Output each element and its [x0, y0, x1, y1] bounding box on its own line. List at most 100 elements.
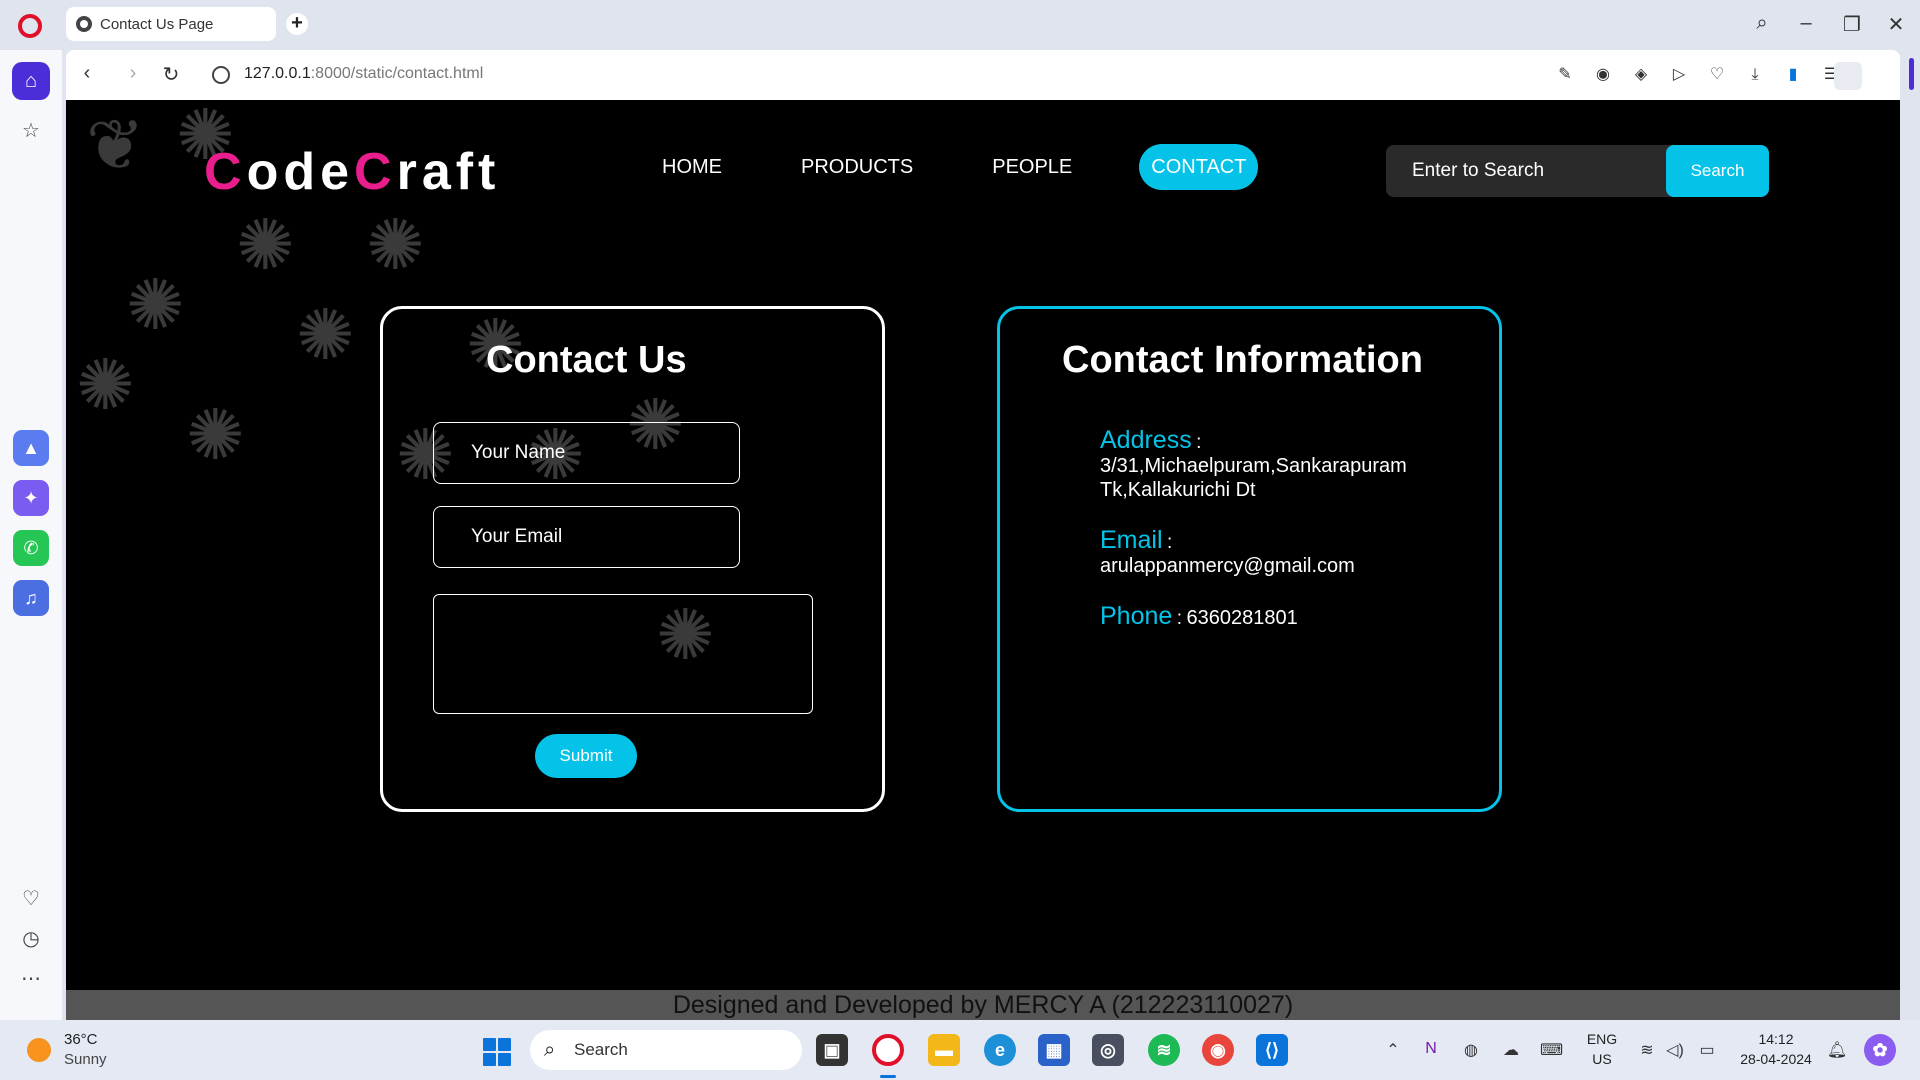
- notification-bell-icon[interactable]: 🔔︎: [1826, 1040, 1848, 1060]
- forward-icon[interactable]: ›: [120, 62, 146, 85]
- globe-icon: [76, 16, 92, 32]
- reload-icon[interactable]: ↻: [158, 62, 184, 87]
- more-icon[interactable]: ⋯: [18, 966, 44, 992]
- site-info-icon[interactable]: [212, 66, 230, 84]
- messenger-icon[interactable]: ✦: [13, 480, 49, 516]
- battery-saver-icon[interactable]: ▮: [1782, 64, 1804, 86]
- name-field[interactable]: Your Name: [433, 422, 740, 484]
- clock-time[interactable]: 14:12: [1736, 1031, 1816, 1047]
- network-globe-icon[interactable]: ◍: [1460, 1040, 1482, 1060]
- submit-button[interactable]: Submit: [535, 734, 637, 778]
- search-button[interactable]: Search: [1666, 145, 1769, 197]
- sun-icon[interactable]: [27, 1038, 51, 1062]
- weather-temperature[interactable]: 36°C: [64, 1031, 98, 1048]
- colon: :: [1166, 532, 1173, 553]
- aria-icon[interactable]: ▲: [13, 430, 49, 466]
- leaf-decoration: ✺: [186, 396, 245, 474]
- taskbar-search[interactable]: ⌕ Search: [530, 1030, 802, 1070]
- leaf-decoration: ✺: [366, 206, 425, 284]
- chrome-icon[interactable]: ◉: [1202, 1034, 1234, 1066]
- contact-form-card: Contact Us Your Name Your Email Submit: [380, 306, 885, 812]
- download-icon[interactable]: ⤓: [1744, 64, 1766, 86]
- back-icon[interactable]: ‹: [74, 62, 100, 85]
- leaf-decoration: ❦: [86, 106, 145, 184]
- language-code[interactable]: ENG: [1584, 1031, 1620, 1047]
- file-explorer-icon[interactable]: ▬: [928, 1034, 960, 1066]
- chevron-up-icon[interactable]: ⌃: [1382, 1040, 1404, 1060]
- email-value: arulappanmercy@gmail.com: [1100, 555, 1355, 577]
- site-logo[interactable]: CodeCraft: [204, 142, 500, 202]
- logo-letter: C: [354, 143, 397, 201]
- nav-home[interactable]: HOME: [650, 144, 734, 190]
- copilot-icon[interactable]: ✿: [1864, 1034, 1896, 1066]
- message-textarea[interactable]: [433, 594, 813, 714]
- url-field[interactable]: 127.0.0.1:8000/static/contact.html: [244, 65, 483, 83]
- onedrive-icon[interactable]: ☁: [1500, 1040, 1522, 1060]
- start-icon[interactable]: [483, 1038, 511, 1066]
- browser-sidebar: ⌂ ☆ ▲ ✦ ✆ ♫ ♡ ◷ ⋯: [0, 50, 62, 1020]
- site-search: Enter to Search Search: [1386, 145, 1769, 197]
- active-app-indicator: [880, 1075, 896, 1078]
- browser-tab-bar: Contact Us Page + ⌕ – ❐ ✕: [0, 0, 1920, 50]
- url-host: 127.0.0.1: [244, 65, 311, 82]
- heart-icon[interactable]: ♡: [1706, 64, 1728, 86]
- close-icon[interactable]: ✕: [1882, 12, 1910, 37]
- leaf-decoration: ✺: [76, 346, 135, 424]
- music-icon[interactable]: ♫: [13, 580, 49, 616]
- contact-info-title: Contact Information: [1062, 339, 1423, 381]
- vscode-icon[interactable]: ⟨⟩: [1256, 1034, 1288, 1066]
- sidebar-accent: [1909, 58, 1914, 90]
- profile-icon[interactable]: [1834, 62, 1862, 90]
- weather-description[interactable]: Sunny: [64, 1051, 107, 1068]
- email-block: Email : arulappanmercy@gmail.com: [1100, 528, 1430, 579]
- phone-label: Phone: [1100, 602, 1173, 630]
- heart-icon[interactable]: ♡: [18, 886, 44, 912]
- colon: :: [1176, 608, 1183, 629]
- search-tabs-icon[interactable]: ⌕: [1748, 12, 1776, 35]
- address-block: Address : 3/31,Michaelpuram,Sankarapuram…: [1100, 428, 1430, 503]
- main-nav: HOME PRODUCTS PEOPLE CONTACT: [650, 144, 1313, 190]
- opera-icon[interactable]: [872, 1034, 904, 1066]
- camera-icon[interactable]: ◉: [1592, 64, 1614, 86]
- history-icon[interactable]: ◷: [18, 926, 44, 952]
- share-icon[interactable]: ✎: [1554, 64, 1576, 86]
- nav-people[interactable]: PEOPLE: [980, 144, 1084, 190]
- url-path: :8000/static/contact.html: [310, 65, 484, 82]
- tab-title: Contact Us Page: [100, 15, 214, 33]
- keyboard-icon[interactable]: ⌨: [1540, 1040, 1563, 1060]
- nav-products[interactable]: PRODUCTS: [789, 144, 925, 190]
- address-line-1: 3/31,Michaelpuram,Sankarapuram: [1100, 455, 1407, 477]
- star-icon[interactable]: ☆: [18, 118, 44, 144]
- battery-icon[interactable]: ▭: [1696, 1040, 1718, 1060]
- shield-icon[interactable]: ◈: [1630, 64, 1652, 86]
- opera-logo-icon[interactable]: [18, 14, 42, 38]
- colon: :: [1196, 432, 1202, 453]
- edge-icon[interactable]: e: [984, 1034, 1016, 1066]
- address-bar: ‹ › ↻ 127.0.0.1:8000/static/contact.html…: [66, 50, 1900, 100]
- nav-contact[interactable]: CONTACT: [1139, 144, 1259, 190]
- spotify-icon[interactable]: ≋: [1148, 1034, 1180, 1066]
- region-code[interactable]: US: [1584, 1051, 1620, 1067]
- search-input[interactable]: Enter to Search: [1386, 145, 1666, 197]
- phone-value: 6360281801: [1186, 607, 1298, 629]
- new-tab-button[interactable]: +: [286, 13, 308, 35]
- onenote-icon[interactable]: N: [1420, 1040, 1442, 1058]
- address-line-2: Tk,Kallakurichi Dt: [1100, 479, 1256, 501]
- web-page: ❦ ✺ ✺ ✺ ✺ ✺ ✺ ✺ ✺ ✺ ✺ ✺ ✺ CodeCraft HOME…: [66, 100, 1900, 1020]
- page-footer: Designed and Developed by MERCY A (21222…: [66, 990, 1900, 1020]
- volume-icon[interactable]: ◁): [1664, 1040, 1686, 1060]
- whatsapp-icon[interactable]: ✆: [13, 530, 49, 566]
- task-view-icon[interactable]: ▣: [816, 1034, 848, 1066]
- store-icon[interactable]: ▦: [1038, 1034, 1070, 1066]
- logo-letter: C: [204, 143, 247, 201]
- email-field[interactable]: Your Email: [433, 506, 740, 568]
- home-icon[interactable]: ⌂: [12, 62, 50, 100]
- browser-tab[interactable]: Contact Us Page: [66, 7, 276, 41]
- play-icon[interactable]: ▷: [1668, 64, 1690, 86]
- minimize-icon[interactable]: –: [1792, 12, 1820, 35]
- wifi-icon[interactable]: ≋: [1636, 1040, 1658, 1060]
- taskbar-search-label: Search: [574, 1040, 628, 1059]
- restore-icon[interactable]: ❐: [1838, 12, 1866, 37]
- clock-date[interactable]: 28-04-2024: [1736, 1051, 1816, 1067]
- camera-app-icon[interactable]: ◎: [1092, 1034, 1124, 1066]
